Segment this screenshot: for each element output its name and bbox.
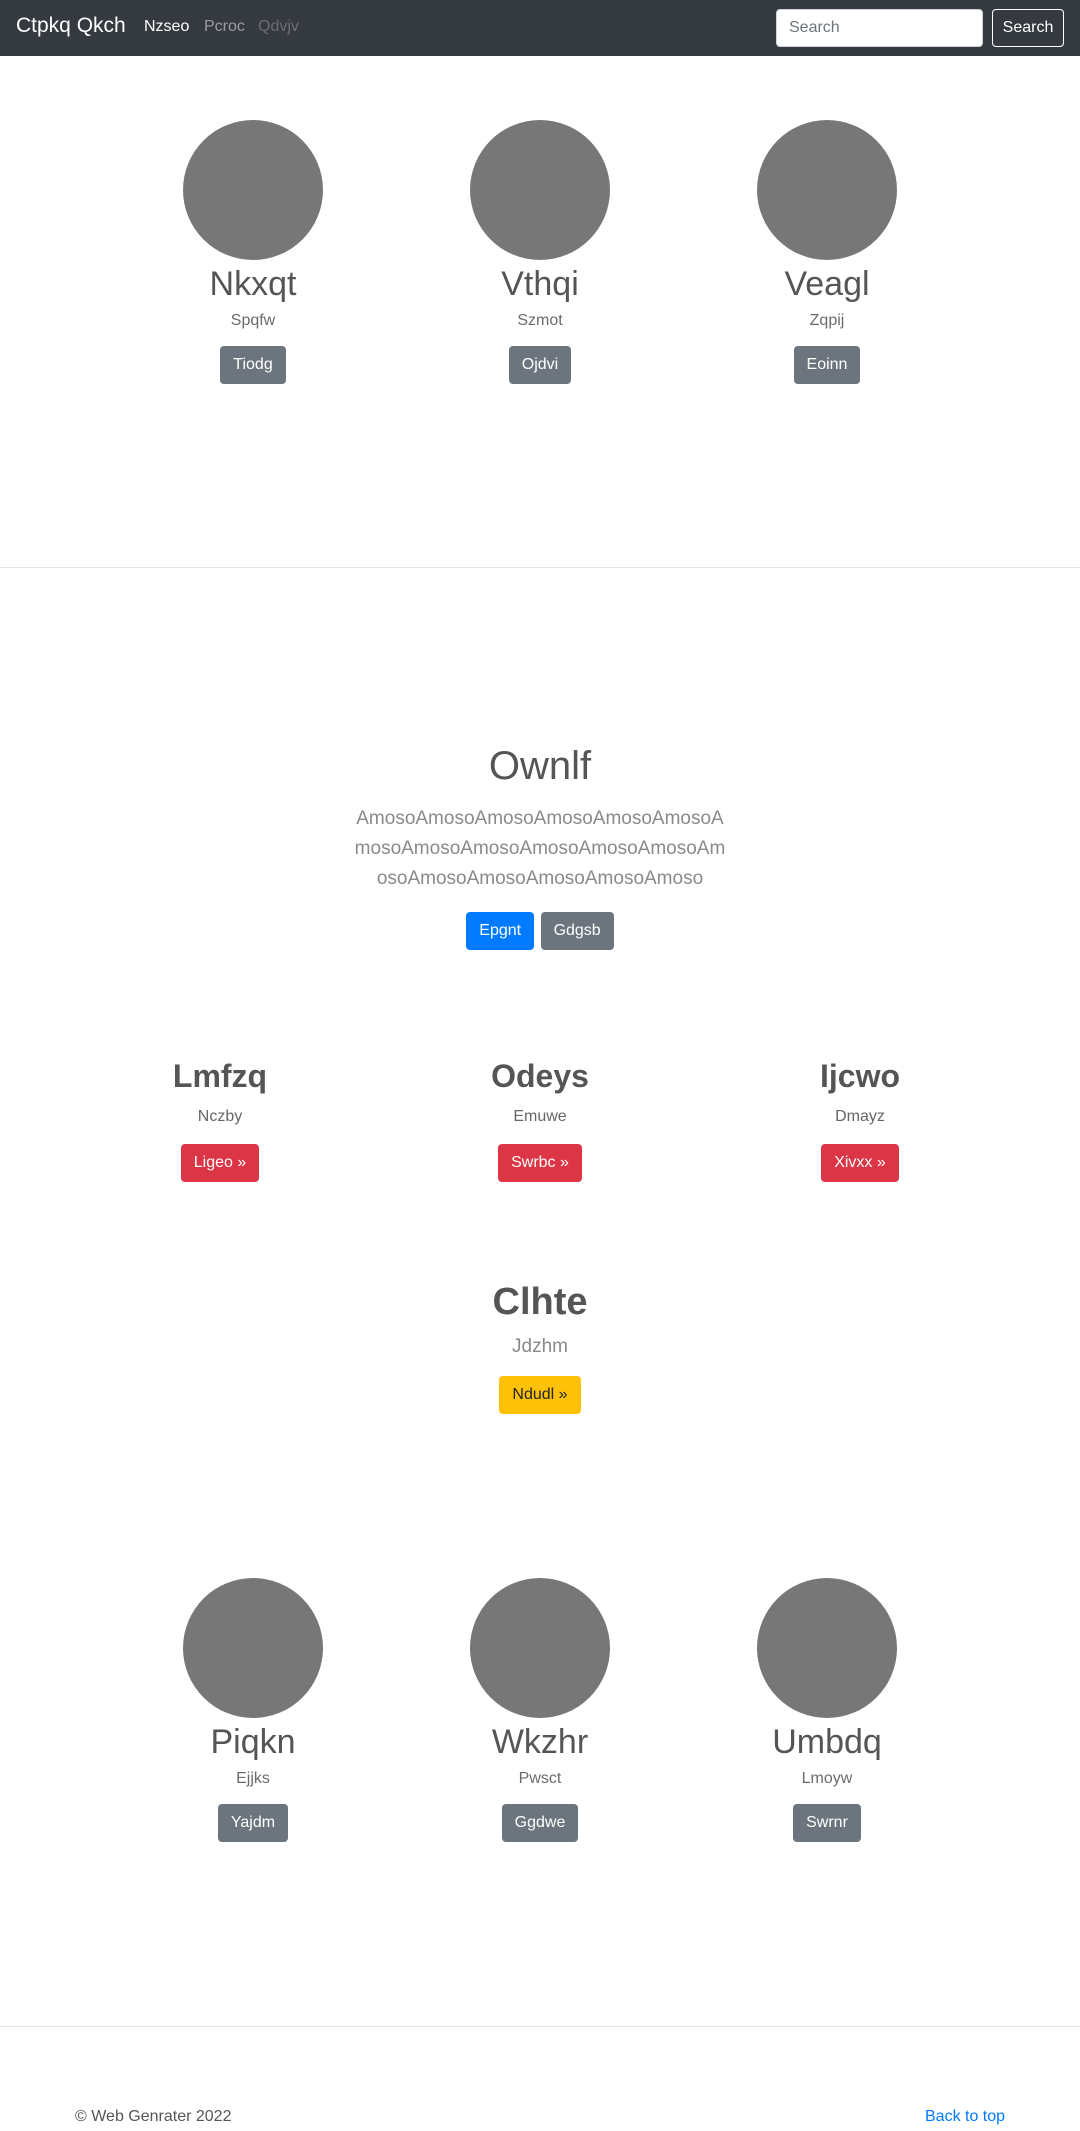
callout-section: Clhte Jdzhm Ndudl » (0, 1278, 1080, 1414)
feature-title: Lmfzq (172, 1058, 268, 1094)
feature-column: Ijcwo Dmayz Xivxx » (710, 1056, 1010, 1182)
profile-subtitle: Spqfw (230, 312, 276, 329)
feature-button[interactable]: Swrbc » (498, 1144, 582, 1182)
back-to-top-link[interactable]: Back to top (925, 2108, 1005, 2126)
feature-column: Odeys Emuwe Swrbc » (390, 1056, 690, 1182)
profile-button[interactable]: Tiodg (220, 346, 286, 384)
nav-link-nzseo[interactable]: Nzseo (144, 18, 189, 36)
feature-subtitle: Nczby (197, 1108, 243, 1125)
callout-subtitle: Jdzhm (512, 1336, 568, 1357)
feature-title: Ijcwo (819, 1058, 900, 1094)
hero-text: AmosoAmosoAmosoAmosoAmosoAmosoAmosoAmoso… (354, 808, 726, 889)
avatar (183, 1578, 323, 1718)
profile-subtitle: Zqpij (809, 312, 845, 329)
profile-name: Veagl (784, 265, 870, 303)
nav-link-qdvjv: Qdvjv (258, 18, 299, 35)
profile-card: Wkzhr Pwsct Ggdwe (390, 1578, 690, 1842)
feature-button[interactable]: Xivxx » (821, 1144, 899, 1182)
feature-button[interactable]: Ligeo » (180, 1144, 260, 1182)
feature-column: Lmfzq Nczby Ligeo » (70, 1056, 370, 1182)
callout-button[interactable]: Ndudl » (499, 1376, 581, 1414)
feature-subtitle: Emuwe (513, 1108, 567, 1125)
profile-button[interactable]: Swrnr (793, 1804, 861, 1842)
avatar (183, 120, 323, 260)
profile-button[interactable]: Yajdm (217, 1804, 289, 1842)
feature-subtitle: Dmayz (835, 1108, 885, 1125)
hero-buttons: Epgnt Gdgsb (0, 912, 1080, 950)
footer-copyright: © Web Genrater 2022 (75, 2108, 232, 2125)
profile-button[interactable]: Ojdvi (508, 346, 572, 384)
search-button[interactable]: Search (992, 9, 1064, 47)
avatar (757, 1578, 897, 1718)
navbar: Ctpkq Qkch Nzseo Pcroc Qdvjv Search (0, 0, 1080, 56)
profile-name: Piqkn (210, 1723, 296, 1761)
feature-title: Odeys (491, 1058, 589, 1094)
hero-title: Ownlf (488, 744, 592, 788)
profile-name: Umbdq (772, 1723, 882, 1761)
profile-button[interactable]: Ggdwe (501, 1804, 579, 1842)
hero-section: Ownlf AmosoAmosoAmosoAmosoAmosoAmosoAmos… (0, 740, 1080, 950)
profile-card: Piqkn Ejjks Yajdm (103, 1578, 403, 1842)
profile-name: Wkzhr (491, 1723, 589, 1761)
profile-card: Veagl Zqpij Eoinn (677, 120, 977, 384)
hero-secondary-button[interactable]: Gdgsb (540, 912, 614, 950)
profile-subtitle: Szmot (517, 312, 563, 329)
avatar (470, 120, 610, 260)
profile-name: Nkxqt (209, 265, 297, 303)
footer-divider (0, 2026, 1080, 2027)
profile-subtitle: Lmoyw (801, 1770, 853, 1787)
section-divider (0, 567, 1080, 568)
profile-button[interactable]: Eoinn (793, 346, 861, 384)
brand-link[interactable]: Ctpkq Qkch (16, 14, 126, 38)
hero-primary-button[interactable]: Epgnt (466, 912, 535, 950)
profile-card: Umbdq Lmoyw Swrnr (677, 1578, 977, 1842)
callout-title: Clhte (492, 1281, 588, 1323)
avatar (470, 1578, 610, 1718)
profile-card: Vthqi Szmot Ojdvi (390, 120, 690, 384)
profile-card: Nkxqt Spqfw Tiodg (103, 120, 403, 384)
avatar (757, 120, 897, 260)
nav-link-pcroc[interactable]: Pcroc (204, 18, 245, 36)
profile-subtitle: Pwsct (518, 1770, 562, 1787)
search-input[interactable] (776, 9, 983, 47)
profile-name: Vthqi (501, 265, 579, 303)
profile-subtitle: Ejjks (236, 1770, 270, 1787)
